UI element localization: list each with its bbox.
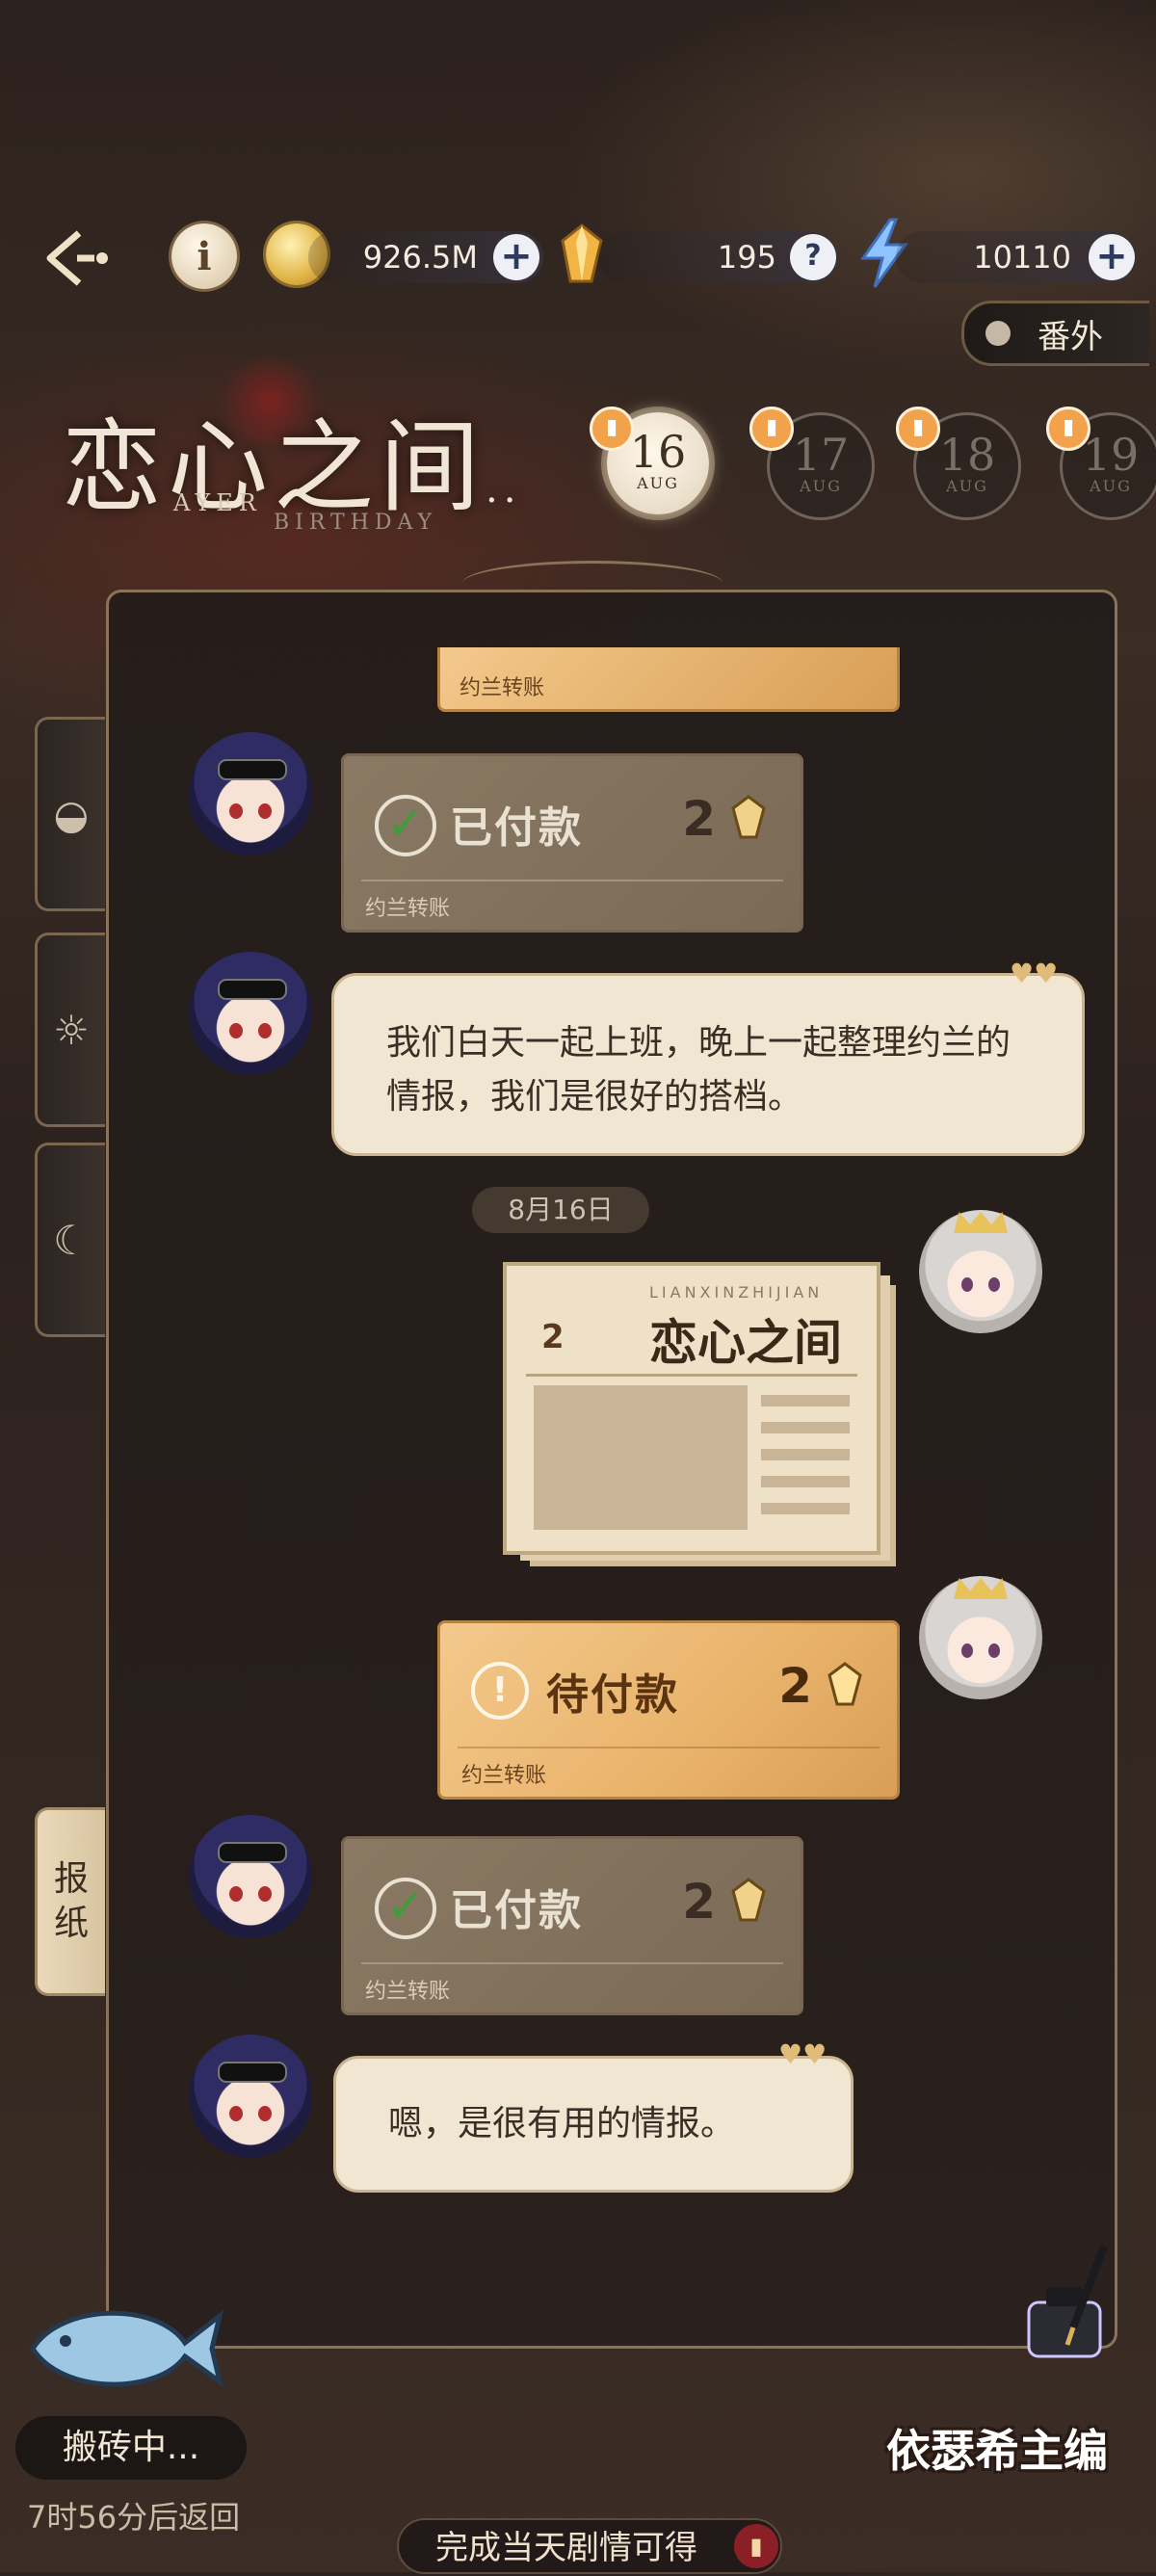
transfer-card-partial[interactable]: 约兰转账 [437, 647, 900, 712]
date-divider: 8月16日 [472, 1187, 649, 1233]
newspaper-price: 2 [541, 1318, 565, 1356]
transfer-amount: 2 [778, 1658, 812, 1714]
back-icon[interactable] [39, 220, 116, 297]
sun-icon: ☼ [53, 1006, 90, 1054]
title-subtitle-2: BIRTHDAY [274, 511, 438, 535]
hearts-icon: ♥♥ [778, 2038, 828, 2070]
avatar[interactable] [919, 1210, 1042, 1333]
gem-icon [731, 795, 766, 839]
warning-icon: ! [471, 1662, 529, 1720]
avatar[interactable] [189, 1815, 312, 1938]
check-icon: ✓ [375, 1878, 436, 1939]
gem-icon [828, 1662, 862, 1706]
tab-day[interactable]: ☼ [35, 933, 105, 1127]
extra-label: 番外 [1038, 317, 1103, 356]
check-icon: ✓ [375, 795, 436, 856]
avatar[interactable] [189, 952, 312, 1075]
transfer-label: 约兰转账 [365, 897, 451, 921]
inkpot-icon[interactable] [1012, 2245, 1117, 2360]
title-subtitle-1: AYER [173, 489, 262, 516]
transfer-card[interactable]: ✓ 已付款 2 约兰转账 [341, 753, 803, 933]
chat-text: 我们白天一起上班，晚上一起整理约兰的情报，我们是很好的搭档。 [386, 1023, 1012, 1117]
gem-icon [731, 1878, 766, 1922]
hearts-icon: ♥♥ [1010, 958, 1059, 989]
newspaper-title: 恋心之间 [649, 1315, 842, 1371]
tab-sunrise[interactable]: ◒ [35, 717, 105, 911]
transfer-card[interactable]: ✓ 已付款 2 约兰转账 [341, 1836, 803, 2015]
tab-newspaper-char-2: 纸 [53, 1904, 89, 1943]
fish-icon[interactable] [23, 2293, 225, 2399]
daily-reward-hint[interactable]: 完成当天剧情可得 [397, 2518, 782, 2574]
extra-story-button[interactable]: 番外 [961, 301, 1149, 366]
gems-value: 195 [717, 239, 776, 276]
avatar[interactable] [189, 2035, 312, 2158]
return-time: 7时56分后返回 [27, 2499, 241, 2536]
info-icon[interactable]: i [171, 223, 237, 289]
coins-value: 926.5M [362, 239, 478, 276]
chief-editor-label[interactable]: 依瑟希主编 [886, 2416, 1108, 2480]
transfer-status: 待付款 [546, 1670, 679, 1720]
tab-night[interactable]: ☾ [35, 1143, 105, 1337]
energy-value: 10110 [973, 239, 1071, 276]
transfer-amount: 2 [682, 791, 716, 847]
extra-icon [985, 321, 1011, 346]
add-coins-button[interactable]: + [493, 234, 539, 280]
tab-newspaper-char-1: 报 [53, 1859, 89, 1899]
transfer-label: 约兰转账 [461, 1764, 547, 1788]
newspaper-card[interactable]: LIANXINZHIJIAN 恋心之间 2 [503, 1262, 880, 1555]
daily-reward-text: 完成当天剧情可得 [435, 2529, 697, 2567]
sunrise-icon: ◒ [53, 790, 90, 838]
chat-bubble: 我们白天一起上班，晚上一起整理约兰的情报，我们是很好的搭档。 [331, 973, 1085, 1156]
transfer-status: 已付款 [450, 803, 583, 853]
gift-icon: ▮ [734, 2524, 778, 2568]
avatar[interactable] [919, 1576, 1042, 1699]
gift-icon: ▮ [1046, 407, 1090, 451]
working-status-button[interactable]: 搬砖中... [15, 2416, 247, 2480]
frame-arch [462, 561, 722, 606]
gift-icon: ▮ [896, 407, 940, 451]
avatar[interactable] [189, 732, 312, 855]
add-energy-button[interactable]: + [1089, 234, 1135, 280]
transfer-amount: 2 [682, 1874, 716, 1930]
transfer-card-partial-label: 约兰转账 [460, 676, 545, 700]
gift-icon: ▮ [749, 407, 794, 451]
gift-icon: ▮ [590, 407, 634, 451]
chat-text: 嗯，是很有用的情报。 [388, 2104, 736, 2143]
transfer-status: 已付款 [450, 1886, 583, 1935]
transfer-card-pending[interactable]: ! 待付款 2 约兰转账 [437, 1620, 900, 1800]
chat-bubble: 嗯，是很有用的情报。 [333, 2056, 854, 2193]
page-title: 恋心之间.. [62, 408, 522, 526]
tab-newspaper[interactable]: 报 纸 [35, 1807, 105, 1996]
transfer-label: 约兰转账 [365, 1980, 451, 2004]
newspaper-photo [534, 1385, 748, 1530]
newspaper-latin: LIANXINZHIJIAN [649, 1283, 824, 1301]
gems-help-button[interactable]: ? [790, 234, 836, 280]
moon-icon: ☾ [53, 1216, 90, 1264]
